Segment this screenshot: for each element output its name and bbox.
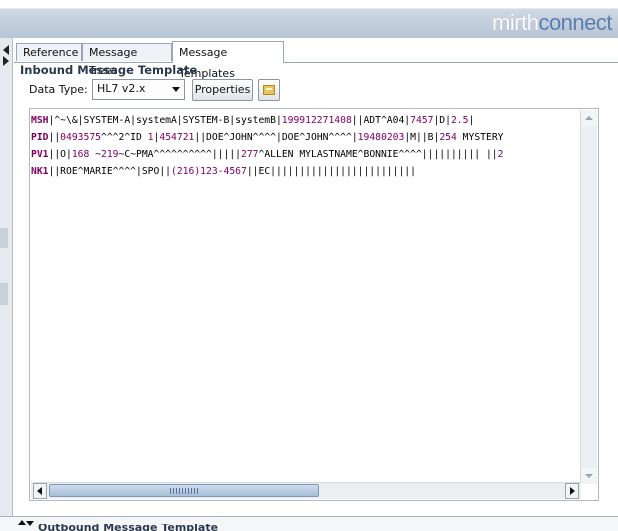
message-editor[interactable]: MSH|^~\&|SYSTEM-A|systemA|SYSTEM-B|syste…: [29, 108, 599, 501]
tab-message-trees[interactable]: Message Trees: [82, 43, 172, 77]
segment-text: 0493575: [60, 132, 101, 143]
message-text-area[interactable]: MSH|^~\&|SYSTEM-A|systemA|SYSTEM-B|syste…: [31, 112, 583, 484]
data-type-select[interactable]: HL7 v2.x: [92, 79, 185, 100]
scroll-up-icon[interactable]: [581, 110, 596, 126]
message-line: PID||0493575^^^2^ID 1|454721||DOE^JOHN^^…: [31, 129, 583, 146]
message-line: PV1||O|168 ~219~C~PMA^^^^^^^^^^|||||277^…: [31, 146, 583, 163]
inbound-template-title: Inbound Message Template: [20, 63, 198, 77]
segment-id: NK1: [31, 166, 49, 177]
segment-text: |D|: [433, 115, 451, 126]
folder-icon: [263, 85, 275, 95]
segment-text: ^^^2^ID: [101, 132, 148, 143]
segment-text: 123-4567: [200, 166, 247, 177]
segment-text: 219: [101, 149, 119, 160]
segment-text: 454721: [159, 132, 195, 143]
tab-message-templates[interactable]: Message Templates: [172, 41, 284, 80]
data-type-value: HL7 v2.x: [97, 82, 146, 95]
segment-text: 2.5: [450, 115, 469, 126]
segment-id: MSH: [31, 115, 49, 126]
scroll-thumb[interactable]: [49, 484, 319, 497]
expand-up-icon[interactable]: [18, 520, 26, 525]
segment-text: ^ALLEN MYLASTNAME^BONNIE^^^^|||||||||| |…: [258, 149, 498, 160]
segment-text: ||: [48, 132, 61, 143]
segment-text: 199912271408: [281, 115, 352, 126]
segment-text: ||ROE^MARIE^^^^|SPO||: [48, 166, 171, 177]
segment-text: ||EC|||||||||||||||||||||||||: [246, 166, 416, 177]
scroll-down-icon[interactable]: [581, 468, 596, 484]
tab-reference[interactable]: Reference: [16, 43, 82, 61]
expand-right-icon[interactable]: [3, 56, 9, 66]
horizontal-scrollbar[interactable]: [31, 482, 581, 499]
segment-text: |M||B|: [404, 132, 440, 143]
segment-text: |^~\&|SYSTEM-A|systemA|SYSTEM-B|systemB|: [48, 115, 282, 126]
scroll-left-icon[interactable]: [33, 483, 47, 499]
segment-text: ~: [89, 149, 102, 160]
splitter-handle[interactable]: [0, 228, 8, 248]
segment-text: ~C~PMA^^^^^^^^^^|||||: [118, 149, 241, 160]
grip-icon: [170, 488, 200, 494]
segment-text: 7457: [410, 115, 434, 126]
segment-text: |: [468, 115, 475, 126]
segment-text: 277: [241, 149, 259, 160]
segment-text: ||DOE^JOHN^^^^|DOE^JOHN^^^^|: [194, 132, 358, 143]
splitter-handle[interactable]: [0, 283, 8, 305]
message-line: MSH|^~\&|SYSTEM-A|systemA|SYSTEM-B|syste…: [31, 112, 583, 129]
chevron-down-icon: [172, 87, 180, 92]
logo-connect-text: connect: [538, 10, 612, 35]
segment-text: 168: [71, 149, 90, 160]
outbound-section-header: Outbound Message Template: [0, 516, 618, 531]
side-panel-splitter[interactable]: [0, 38, 13, 530]
collapse-left-icon[interactable]: [3, 45, 9, 55]
segment-text: ||O|: [48, 149, 72, 160]
mirth-connect-logo: mirthconnect: [492, 10, 612, 36]
data-type-label: Data Type:: [29, 83, 88, 96]
message-line: NK1||ROE^MARIE^^^^|SPO||(216)123-4567||E…: [31, 163, 583, 180]
segment-text: 254: [439, 132, 457, 143]
scroll-right-icon[interactable]: [565, 483, 579, 499]
tab-strip: Reference Message Trees Message Template…: [14, 40, 618, 80]
title-bar: mirthconnect: [0, 0, 618, 38]
logo-mirth-text: mirth: [492, 10, 539, 35]
vertical-scrollbar[interactable]: [580, 110, 597, 484]
segment-text: 2: [497, 149, 504, 160]
collapse-down-icon[interactable]: [26, 521, 34, 526]
open-file-button[interactable]: [258, 79, 280, 101]
properties-button[interactable]: Properties: [192, 79, 253, 101]
segment-id: PV1: [31, 149, 49, 160]
segment-text: MYSTERY: [456, 132, 504, 143]
segment-text: ||ADT^A04|: [351, 115, 411, 126]
segment-text: 19480203: [357, 132, 405, 143]
segment-id: PID: [31, 132, 49, 143]
segment-text: (216): [170, 166, 201, 177]
